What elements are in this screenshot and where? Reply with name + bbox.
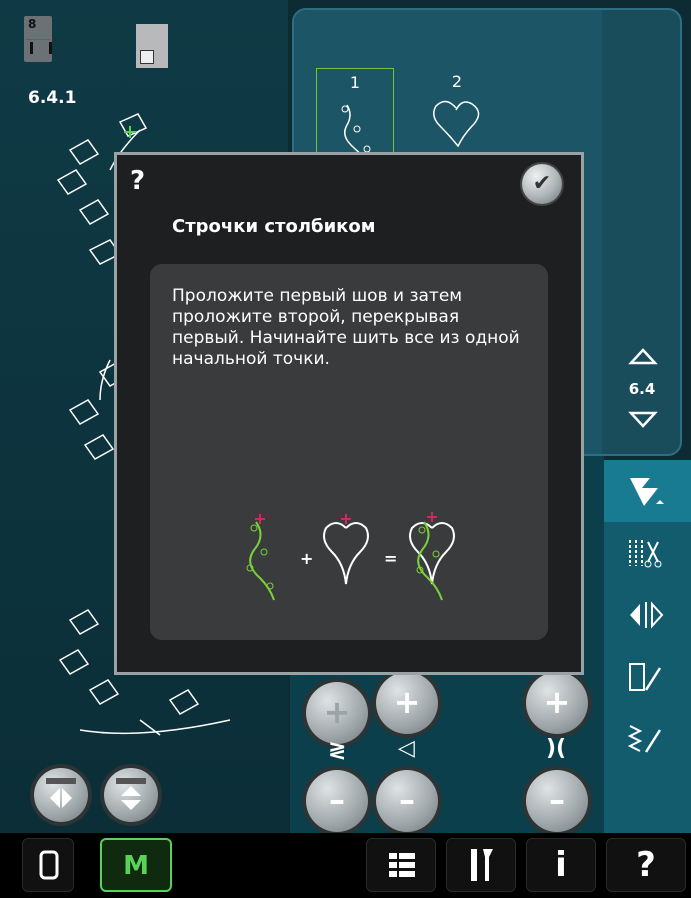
heart-stitch-sample: [323, 514, 369, 585]
stitch-length-icon: ◁: [398, 736, 415, 761]
stitch-width-plus-button[interactable]: +: [306, 682, 368, 744]
tools-icon: [471, 849, 493, 881]
checkmark-icon: ✔: [532, 171, 552, 196]
info-icon: i: [555, 845, 567, 885]
menu-button[interactable]: [366, 838, 436, 892]
floral-stitch-sample: [246, 514, 275, 601]
stitch-code-label: 6.4.1: [28, 88, 77, 108]
minus-icon: –: [329, 781, 345, 819]
tie-off-options-button[interactable]: [604, 522, 691, 584]
presser-foot-icon[interactable]: 8: [24, 16, 52, 62]
plus-icon: +: [543, 683, 571, 721]
density-plus-button[interactable]: +: [526, 672, 588, 734]
dialog-text: Проложите первый шов и затем проложите в…: [172, 286, 520, 369]
help-icon: ?: [636, 845, 656, 885]
settings-button[interactable]: [446, 838, 516, 892]
stitch-length-minus-button[interactable]: –: [376, 770, 438, 832]
quick-help-button[interactable]: ?: [606, 838, 686, 892]
combined-stitch-sample: [409, 512, 455, 601]
density-icon: )(: [546, 736, 567, 761]
stitch-menu-icon: [630, 478, 664, 506]
scissors-icon: [629, 540, 662, 568]
dialog-ok-button[interactable]: ✔: [522, 164, 562, 204]
mirror-side-icon: [46, 778, 76, 808]
dialog-title: Строчки столбиком: [172, 216, 376, 237]
page-down-arrow-icon[interactable]: [628, 410, 658, 430]
stitch-width-minus-button[interactable]: –: [306, 770, 368, 832]
mirror-button[interactable]: [604, 584, 691, 646]
plus-icon: +: [393, 683, 421, 721]
page-up-arrow-icon[interactable]: [628, 346, 658, 366]
stitch-length-plus-button[interactable]: +: [376, 672, 438, 734]
equals-sign: =: [384, 549, 397, 568]
mirror-end-icon: [116, 778, 146, 810]
menu-icon: [389, 853, 415, 877]
mirror-side-to-side-button[interactable]: [34, 768, 88, 822]
mirror-icon: [630, 601, 664, 629]
plus-icon: +: [323, 693, 351, 731]
density-minus-button[interactable]: –: [526, 770, 588, 832]
info-button[interactable]: i: [526, 838, 596, 892]
zigzag-edit-icon: [627, 725, 662, 753]
minus-icon: –: [549, 781, 565, 819]
presser-foot-number: 8: [28, 17, 37, 31]
jog-mode-button[interactable]: [22, 838, 74, 892]
mirror-end-to-end-button[interactable]: [104, 768, 158, 822]
plus-sign: +: [300, 549, 313, 568]
stitch-menu-button[interactable]: [604, 460, 691, 522]
stabilizer-icon[interactable]: [136, 24, 168, 68]
stitch-width-icon: ≷: [328, 738, 347, 763]
page-indicator: 6.4: [628, 380, 656, 398]
stitch-combination-illustration: + =: [246, 512, 455, 601]
memory-mode-button[interactable]: M: [100, 838, 172, 892]
minus-icon: –: [399, 781, 415, 819]
square-icon: [39, 850, 59, 880]
stitch-edit-button[interactable]: [604, 708, 691, 770]
right-toolbar: [604, 460, 691, 833]
sequence-edit-icon: [629, 663, 662, 691]
sequencing-button[interactable]: [604, 646, 691, 708]
dialog-help-mark: ?: [130, 166, 146, 196]
memory-icon: M: [123, 851, 149, 881]
